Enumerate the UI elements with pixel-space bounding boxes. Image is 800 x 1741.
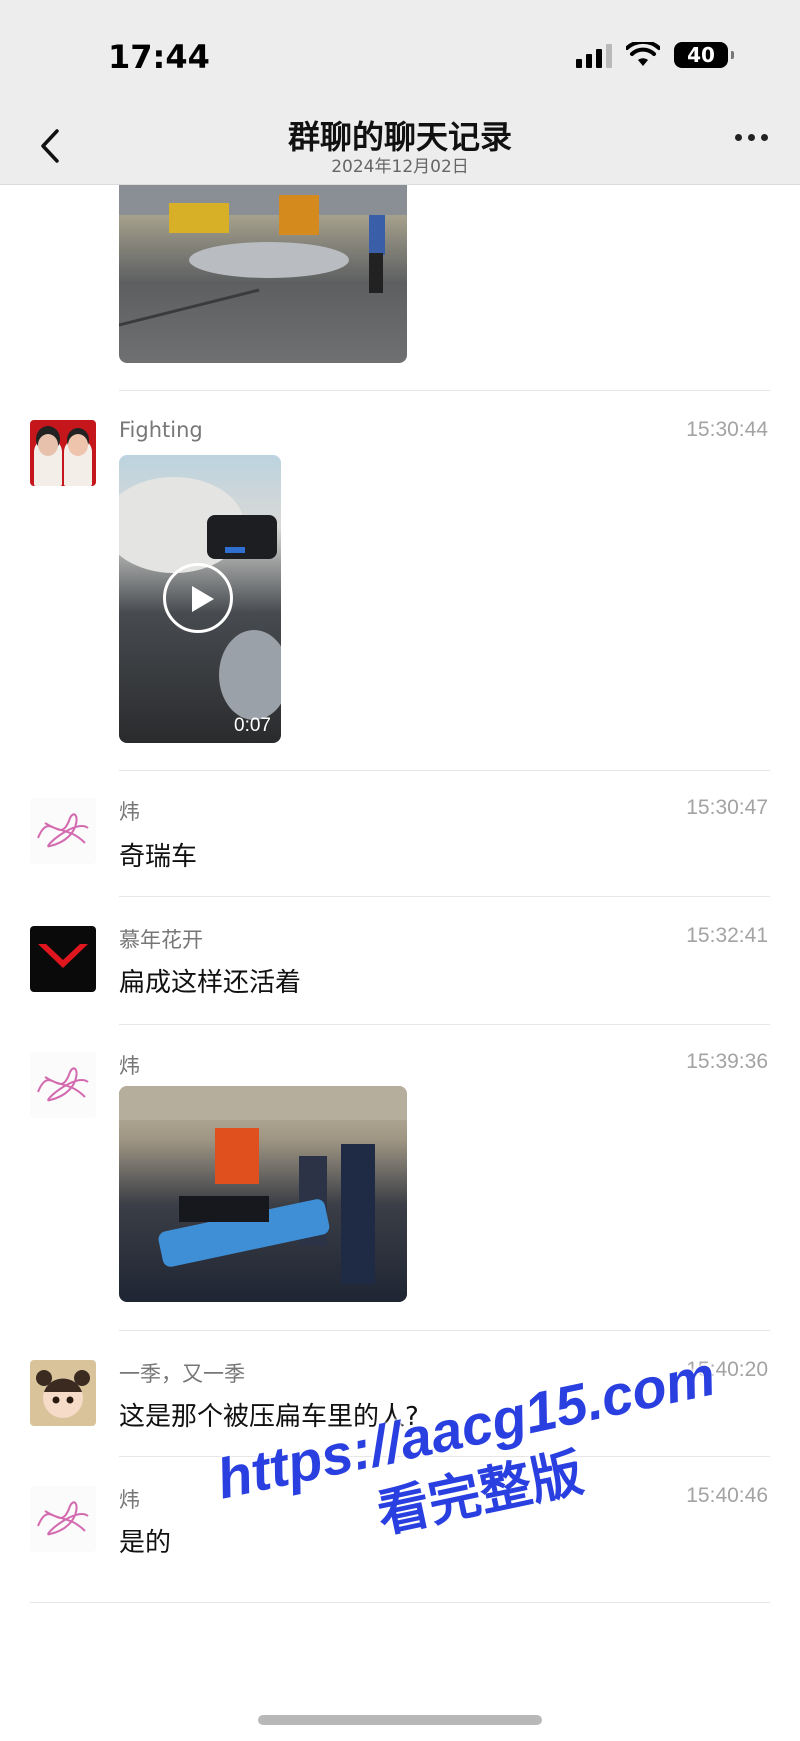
battery-level: 40 bbox=[687, 43, 715, 67]
rescue-scene-image bbox=[119, 1086, 407, 1284]
message-time: 15:32:41 bbox=[686, 924, 768, 947]
scribble-avatar-image bbox=[37, 813, 89, 848]
message-divider bbox=[119, 1330, 770, 1331]
avatar[interactable] bbox=[30, 420, 96, 486]
status-time: 17:44 bbox=[108, 38, 210, 76]
message-divider bbox=[119, 390, 770, 391]
avatar[interactable] bbox=[30, 1360, 96, 1426]
image-message[interactable] bbox=[119, 1086, 407, 1302]
message-time: 15:39:36 bbox=[686, 1050, 768, 1073]
battery-icon: 40 bbox=[674, 42, 734, 68]
avatar[interactable] bbox=[30, 798, 96, 864]
red-chevron-avatar-image bbox=[38, 944, 88, 968]
video-message[interactable]: 0:07 bbox=[119, 455, 281, 743]
message-time: 15:30:44 bbox=[686, 418, 768, 441]
sender-name: 炜 bbox=[119, 800, 140, 824]
message-text: 是的 bbox=[119, 1528, 172, 1558]
message-divider bbox=[119, 1024, 770, 1025]
play-icon[interactable] bbox=[163, 563, 233, 633]
message-text: 扁成这样还活着 bbox=[119, 968, 302, 998]
status-icons: 40 bbox=[576, 42, 734, 68]
sender-name: Fighting bbox=[119, 418, 203, 442]
page-subtitle-date: 2024年12月02日 bbox=[331, 157, 469, 177]
navigation-header: 17:44 40 群聊的聊天记录 2024年12月02日 bbox=[0, 0, 800, 185]
message-divider bbox=[119, 770, 770, 771]
message-time: 15:30:47 bbox=[686, 796, 768, 819]
scribble-avatar-image bbox=[37, 1067, 89, 1102]
sender-name: 炜 bbox=[119, 1054, 140, 1078]
previous-message-image[interactable] bbox=[119, 185, 407, 363]
cartoon-girl-avatar-image bbox=[36, 1370, 90, 1418]
sender-name: 炜 bbox=[119, 1488, 140, 1512]
wifi-icon bbox=[626, 42, 660, 66]
sender-name: 慕年花开 bbox=[119, 928, 203, 952]
message-text: 奇瑞车 bbox=[119, 842, 198, 872]
message-divider bbox=[119, 896, 770, 897]
avatar[interactable] bbox=[30, 1486, 96, 1552]
avatar[interactable] bbox=[30, 926, 96, 992]
crane-scene-image bbox=[119, 185, 407, 327]
sender-name: 一季，又一季 bbox=[119, 1362, 245, 1386]
home-indicator[interactable] bbox=[258, 1715, 542, 1725]
video-duration: 0:07 bbox=[234, 715, 271, 736]
scribble-avatar-image bbox=[37, 1501, 89, 1536]
more-dots-icon[interactable] bbox=[735, 134, 768, 141]
avatar[interactable] bbox=[30, 1052, 96, 1118]
signal-icon bbox=[576, 42, 612, 68]
